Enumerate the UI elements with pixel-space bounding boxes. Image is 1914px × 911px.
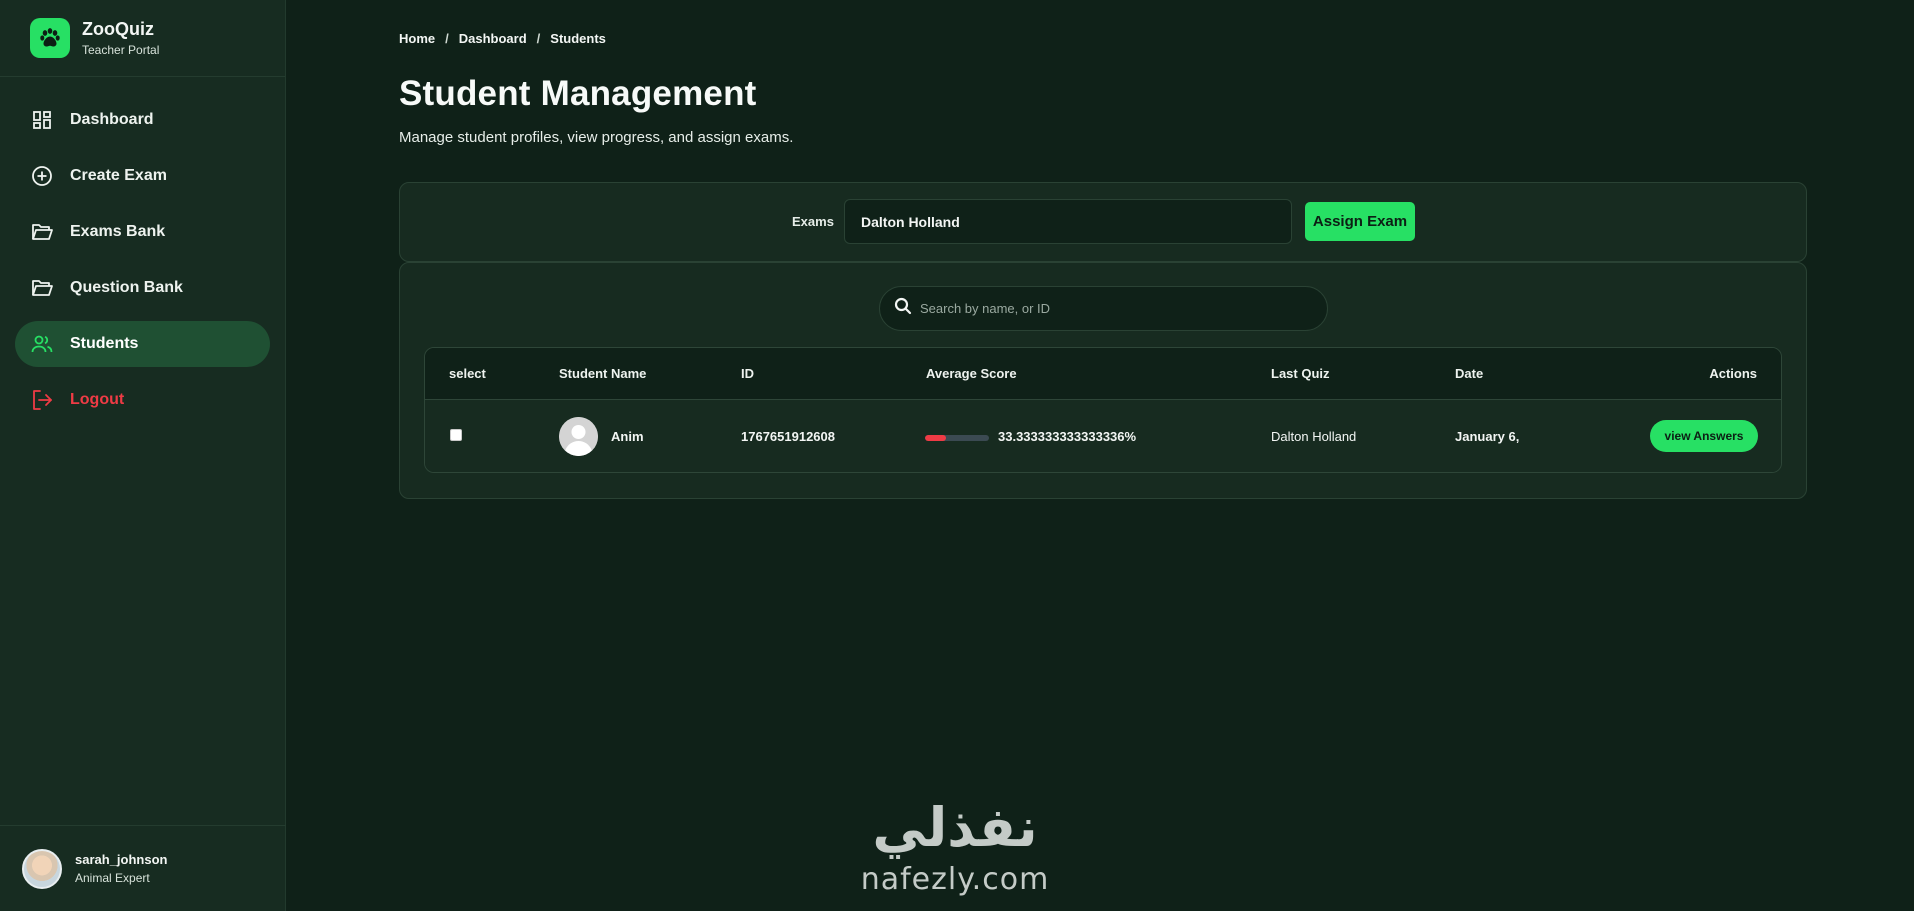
avatar: [559, 417, 598, 456]
header-actions: Actions: [1709, 366, 1757, 381]
user-role: Animal Expert: [75, 871, 150, 885]
header-last-quiz: Last Quiz: [1271, 366, 1330, 381]
folder-icon: [30, 220, 54, 244]
search-box[interactable]: [879, 286, 1328, 331]
page-subtitle: Manage student profiles, view progress, …: [399, 129, 794, 146]
header-select: select: [449, 366, 486, 381]
avatar: [22, 848, 62, 889]
table-row: Anim 1767651912608 33.333333333333336% D…: [425, 400, 1781, 472]
sidebar-item-label: Students: [70, 335, 139, 352]
user-profile[interactable]: sarah_johnson Animal Expert: [0, 825, 286, 911]
breadcrumb-separator: /: [536, 31, 541, 46]
dashboard-icon: [30, 108, 54, 132]
paw-icon: [30, 18, 70, 58]
search-input[interactable]: [920, 301, 1300, 316]
sidebar-item-label: Create Exam: [70, 167, 167, 184]
watermark-logo: نفذلي nafezly.com: [848, 798, 1062, 898]
sidebar-item-exams-bank[interactable]: Exams Bank: [15, 209, 270, 255]
assign-exam-button[interactable]: Assign Exam: [1305, 202, 1415, 241]
sidebar-item-dashboard[interactable]: Dashboard: [15, 97, 270, 143]
sidebar-item-question-bank[interactable]: Question Bank: [15, 265, 270, 311]
breadcrumb-current: Students: [550, 31, 606, 46]
score-progress-fill: [925, 435, 947, 441]
row-select-checkbox[interactable]: [450, 429, 462, 441]
breadcrumb-separator: /: [445, 31, 449, 46]
breadcrumb-dashboard[interactable]: Dashboard: [459, 31, 527, 46]
users-icon: [30, 332, 54, 356]
folder-icon: [30, 276, 54, 300]
sidebar-item-create-exam[interactable]: Create Exam: [15, 153, 270, 199]
sidebar: ZooQuiz Teacher Portal Dashboard Create …: [0, 0, 286, 911]
watermark-arabic: نفذلي: [872, 796, 1038, 859]
sidebar-item-label: Logout: [70, 391, 125, 408]
plus-circle-icon: [30, 164, 54, 188]
header-student-name: Student Name: [559, 366, 647, 381]
breadcrumb-home[interactable]: Home: [399, 31, 435, 46]
exam-select-value: Dalton Holland: [861, 213, 960, 230]
header-id: ID: [741, 366, 754, 381]
sidebar-item-label: Exams Bank: [70, 223, 166, 240]
brand: ZooQuiz Teacher Portal: [0, 0, 285, 77]
table-header: select Student Name ID Average Score Las…: [425, 348, 1781, 400]
student-name: Anim: [611, 429, 644, 444]
average-score: 33.333333333333336%: [998, 429, 1137, 444]
breadcrumb: Home / Dashboard / Students: [399, 31, 606, 46]
score-progress-bar: [925, 435, 989, 441]
logout-icon: [30, 388, 54, 412]
page-title: Student Management: [399, 74, 757, 113]
sidebar-item-students[interactable]: Students: [15, 321, 270, 367]
sidebar-item-label: Question Bank: [70, 279, 183, 296]
exam-select[interactable]: Dalton Holland: [844, 199, 1292, 244]
search-icon: [894, 297, 912, 320]
header-average-score: Average Score: [926, 366, 1017, 381]
view-answers-button[interactable]: view Answers: [1650, 420, 1758, 452]
assign-exam-panel: Exams Dalton Holland Assign Exam: [399, 182, 1807, 262]
students-table: select Student Name ID Average Score Las…: [424, 347, 1782, 473]
students-panel: select Student Name ID Average Score Las…: [399, 262, 1807, 499]
header-date: Date: [1455, 366, 1484, 381]
sidebar-nav: Dashboard Create Exam Exams Bank Questio…: [0, 77, 285, 423]
sidebar-item-label: Dashboard: [70, 111, 154, 128]
brand-subtitle: Teacher Portal: [82, 43, 160, 57]
date: January 6,: [1455, 429, 1520, 444]
watermark-latin: nafezly.com: [860, 862, 1050, 897]
last-quiz: Dalton Holland: [1271, 429, 1357, 444]
user-name: sarah_johnson: [75, 852, 168, 867]
sidebar-item-logout[interactable]: Logout: [15, 377, 270, 423]
brand-title: ZooQuiz: [82, 19, 154, 39]
exams-label: Exams: [792, 214, 834, 229]
student-id: 1767651912608: [741, 429, 835, 444]
